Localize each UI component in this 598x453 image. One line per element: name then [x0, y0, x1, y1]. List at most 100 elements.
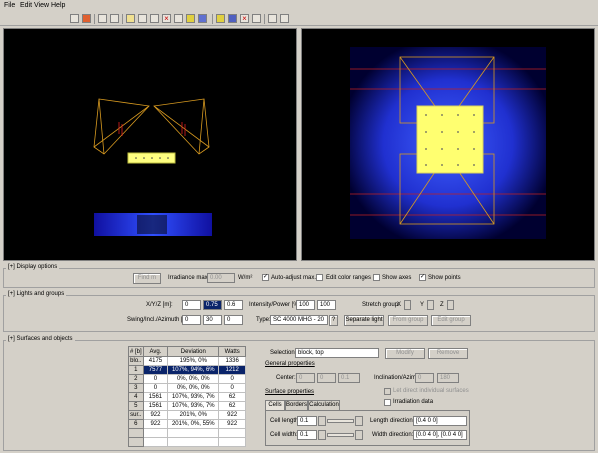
type-help-button[interactable]: ?	[329, 315, 338, 326]
image-icon[interactable]	[82, 14, 91, 23]
type-select[interactable]: SC 4000 MHG - 20	[270, 315, 328, 325]
display-options-title[interactable]: [+] Display options	[6, 264, 60, 270]
irradiance-unit: W/m²	[238, 275, 253, 281]
row-watts: 922	[218, 410, 246, 420]
table-header-row: # [b] Avg. Deviation Watts	[128, 346, 246, 357]
irradiance-max-input[interactable]: 0.00	[207, 273, 235, 283]
stretch-y-spinner[interactable]	[427, 300, 434, 310]
redo-icon[interactable]	[110, 14, 119, 23]
tab-calculation[interactable]: Calculation	[308, 400, 340, 410]
irradiance-max-label: Irradiance max.	[168, 275, 210, 281]
table-row-selected[interactable]: 1 7577 107%, 94%, 6% 1212	[128, 365, 246, 375]
power-input[interactable]: 100	[317, 300, 336, 310]
auto-adjust-checkbox[interactable]: ✓	[262, 274, 269, 281]
paste-icon[interactable]	[150, 14, 159, 23]
new-light-icon[interactable]	[126, 14, 135, 23]
stretch-x-spinner[interactable]	[404, 300, 411, 310]
intensity-input[interactable]: 100	[296, 300, 315, 310]
rotate-left-icon[interactable]	[268, 14, 277, 23]
surfaces-table[interactable]: # [b] Avg. Deviation Watts blo.. 4175 19…	[128, 346, 246, 447]
z-input[interactable]: 0.6	[224, 300, 243, 310]
center-z-input[interactable]: 0.1	[338, 373, 360, 383]
length-direction-input[interactable]: [0.4 0 0]	[413, 416, 467, 426]
open-icon[interactable]	[70, 14, 79, 23]
menu-edit[interactable]: Edit	[20, 2, 32, 9]
row-id: blo..	[128, 356, 144, 366]
row-watts: 0	[218, 383, 246, 393]
col-header-watts[interactable]: Watts	[218, 346, 246, 357]
table-row[interactable]: 2 0 0%, 0%, 0% 0	[128, 374, 246, 384]
show-points-checkbox[interactable]: ✓	[419, 274, 426, 281]
irradiation-data-label: Irradiation data	[393, 399, 434, 405]
y-input[interactable]: 0.75	[203, 300, 222, 310]
surface-icon[interactable]	[198, 14, 207, 23]
cell-width-down[interactable]	[318, 430, 326, 440]
center-x-input[interactable]: 0	[296, 373, 315, 383]
toolbar-separator	[94, 14, 95, 24]
tab-cells[interactable]: Cells	[265, 400, 285, 410]
table-row[interactable]: 5 1561 107%, 93%, 7% 62	[128, 401, 246, 411]
menu-file[interactable]: File	[4, 2, 15, 9]
menu-view[interactable]: View	[34, 2, 49, 9]
modify-button[interactable]: Modify	[385, 348, 425, 359]
add-icon[interactable]	[216, 14, 225, 23]
separate-light-button[interactable]: Separate light	[344, 315, 384, 326]
cell-length-slider[interactable]	[327, 419, 354, 423]
row-avg: 4175	[142, 356, 169, 366]
center-y-input[interactable]: 0	[317, 373, 336, 383]
show-axes-checkbox[interactable]	[373, 274, 380, 281]
center-label: Center:	[276, 375, 296, 381]
col-header-deviation[interactable]: Deviation	[167, 346, 220, 357]
find-max-button[interactable]: Find m	[133, 273, 161, 284]
delete-icon[interactable]: ×	[162, 14, 171, 23]
tab-borders[interactable]: Borders	[285, 400, 308, 410]
swing-input[interactable]: 0	[182, 315, 201, 325]
row-id: 2	[128, 374, 144, 384]
remove-button[interactable]: Remove	[428, 348, 468, 359]
table-row[interactable]: 6 922 201%, 0%, 55% 922	[128, 419, 246, 429]
group-icon[interactable]	[252, 14, 261, 23]
inclination-input[interactable]: 30	[203, 315, 222, 325]
x-input[interactable]: 0	[182, 300, 201, 310]
lights-groups-title[interactable]: [+] Lights and groups	[6, 291, 67, 297]
azimuth-input[interactable]: 0	[224, 315, 243, 325]
rotate-right-icon[interactable]	[280, 14, 289, 23]
add-surface-icon[interactable]	[228, 14, 237, 23]
cell-length-input[interactable]: 0.1	[297, 416, 317, 426]
cell-width-input[interactable]: 0.1	[297, 430, 317, 440]
cell-length-up[interactable]	[355, 416, 363, 426]
selection-select[interactable]: block, top	[295, 348, 379, 358]
irradiation-data-checkbox[interactable]	[384, 399, 391, 406]
table-row[interactable]: sur.. 922 201%, 0% 922	[128, 410, 246, 420]
undo-icon[interactable]	[98, 14, 107, 23]
table-row[interactable]: 4 1561 107%, 93%, 7% 62	[128, 392, 246, 402]
top-view-canvas[interactable]	[301, 28, 595, 261]
rectangle-icon[interactable]	[174, 14, 183, 23]
stretch-z-label: Z	[440, 302, 444, 308]
surfaces-objects-title[interactable]: [+] Surfaces and objects	[6, 336, 75, 342]
auto-adjust-label: Auto-adjust max.	[271, 275, 317, 281]
cell-width-up[interactable]	[355, 430, 363, 440]
row-id: 4	[128, 392, 144, 402]
lamp-icon[interactable]	[186, 14, 195, 23]
edit-color-ranges-checkbox[interactable]	[316, 274, 323, 281]
edit-group-button[interactable]: Edit group	[431, 315, 471, 326]
menu-help[interactable]: Help	[51, 2, 65, 9]
col-header-avg[interactable]: Avg.	[142, 346, 169, 357]
row-avg: 922	[142, 419, 169, 429]
surface-azimuth-input[interactable]: 180	[437, 373, 459, 383]
surface-inclination-input[interactable]: 0	[415, 373, 434, 383]
grid-direct-checkbox[interactable]	[384, 388, 391, 395]
from-group-button[interactable]: From group	[388, 315, 428, 326]
cell-width-slider[interactable]	[327, 433, 354, 437]
general-properties-heading: General properties	[265, 361, 315, 367]
width-direction-input[interactable]: [0.0 4 0], [0.0 4 0]	[413, 430, 467, 440]
cell-length-down[interactable]	[318, 416, 326, 426]
side-view-canvas[interactable]	[3, 28, 297, 261]
remove-icon[interactable]: ×	[240, 14, 249, 23]
stretch-z-spinner[interactable]	[447, 300, 454, 310]
col-header-id[interactable]: # [b]	[128, 346, 144, 357]
table-row[interactable]: blo.. 4175 195%, 0% 1336	[128, 356, 246, 366]
copy-icon[interactable]	[138, 14, 147, 23]
table-row[interactable]: 3 0 0%, 0%, 0% 0	[128, 383, 246, 393]
